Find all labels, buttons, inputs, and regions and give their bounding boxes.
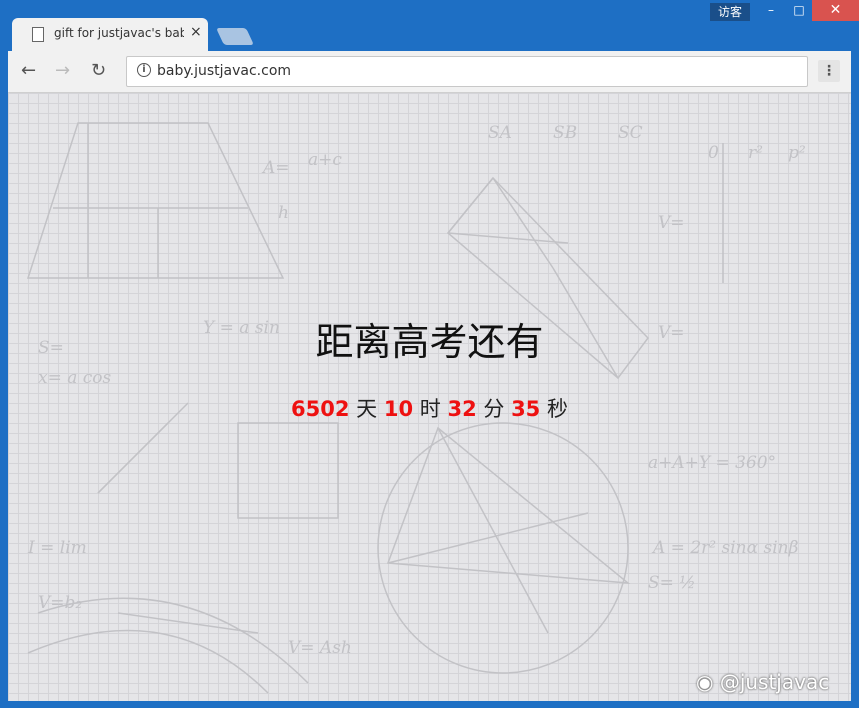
info-icon[interactable]: i: [137, 63, 151, 77]
svg-text:V= Ash: V= Ash: [288, 638, 352, 658]
svg-text:I = lim: I = lim: [27, 538, 87, 558]
svg-text:SC: SC: [618, 123, 643, 143]
days-value: 6502: [291, 397, 350, 421]
page-viewport: A= a+c h SA SB SC V= 0 r² p² V= S= x= a …: [8, 93, 851, 701]
svg-text:x= a cos: x= a cos: [38, 368, 112, 388]
days-unit: 天: [356, 397, 378, 421]
svg-text:SA: SA: [488, 123, 512, 143]
svg-text:p²: p²: [788, 143, 806, 163]
tab-title: gift for justjavac's baby: [54, 26, 184, 40]
svg-text:S= ½: S= ½: [648, 573, 696, 593]
maximize-button[interactable]: □: [784, 0, 814, 21]
weibo-logo-icon: ◉: [696, 670, 714, 694]
browser-toolbar: ← → ↻ i baby.justjavac.com ⋮: [8, 51, 851, 93]
svg-text:a+c: a+c: [308, 150, 342, 170]
back-button[interactable]: ←: [21, 60, 36, 81]
trapezoid-sketch: [26, 122, 285, 279]
reload-button[interactable]: ↻: [91, 60, 106, 81]
minutes-unit: 分: [483, 397, 505, 421]
weibo-watermark: ◉ @justjavac: [696, 670, 829, 694]
guest-profile-badge[interactable]: 访客: [710, 3, 750, 21]
close-window-button[interactable]: ✕: [812, 0, 859, 21]
hours-value: 10: [383, 397, 414, 421]
watermark-text: @justjavac: [719, 670, 830, 694]
seconds-value: 35: [511, 397, 541, 421]
url-text[interactable]: baby.justjavac.com: [157, 63, 291, 79]
svg-text:V=b₂: V=b₂: [38, 593, 82, 613]
hours-unit: 时: [419, 397, 441, 421]
svg-text:a+A+Y = 360°: a+A+Y = 360°: [648, 453, 776, 473]
new-tab-button[interactable]: [216, 28, 254, 45]
tab-close-icon[interactable]: ×: [190, 24, 202, 40]
browser-menu-button[interactable]: ⋮: [818, 60, 840, 82]
svg-text:r²: r²: [748, 143, 763, 163]
svg-text:SB: SB: [553, 123, 577, 143]
svg-text:A=: A=: [261, 158, 290, 178]
svg-text:0: 0: [708, 143, 719, 163]
svg-text:h: h: [278, 203, 289, 223]
minutes-value: 32: [447, 397, 477, 421]
svg-text:A = 2r² sinα sinβ: A = 2r² sinα sinβ: [651, 538, 799, 558]
seconds-unit: 秒: [546, 397, 568, 421]
address-bar[interactable]: i baby.justjavac.com: [126, 56, 808, 87]
countdown-timer: 6502 天 10 时 32 分 35 秒: [8, 393, 851, 423]
title-bar: 访客 – □ ✕ gift for justjavac's baby ×: [0, 0, 859, 51]
minimize-button[interactable]: –: [756, 0, 786, 21]
browser-window: 访客 – □ ✕ gift for justjavac's baby × ← →…: [0, 0, 859, 708]
forward-button[interactable]: →: [55, 60, 70, 81]
page-title: 距离高考还有: [315, 320, 544, 364]
active-tab[interactable]: gift for justjavac's baby ×: [12, 18, 208, 51]
svg-text:V=: V=: [658, 213, 685, 233]
page-icon: [32, 27, 44, 42]
